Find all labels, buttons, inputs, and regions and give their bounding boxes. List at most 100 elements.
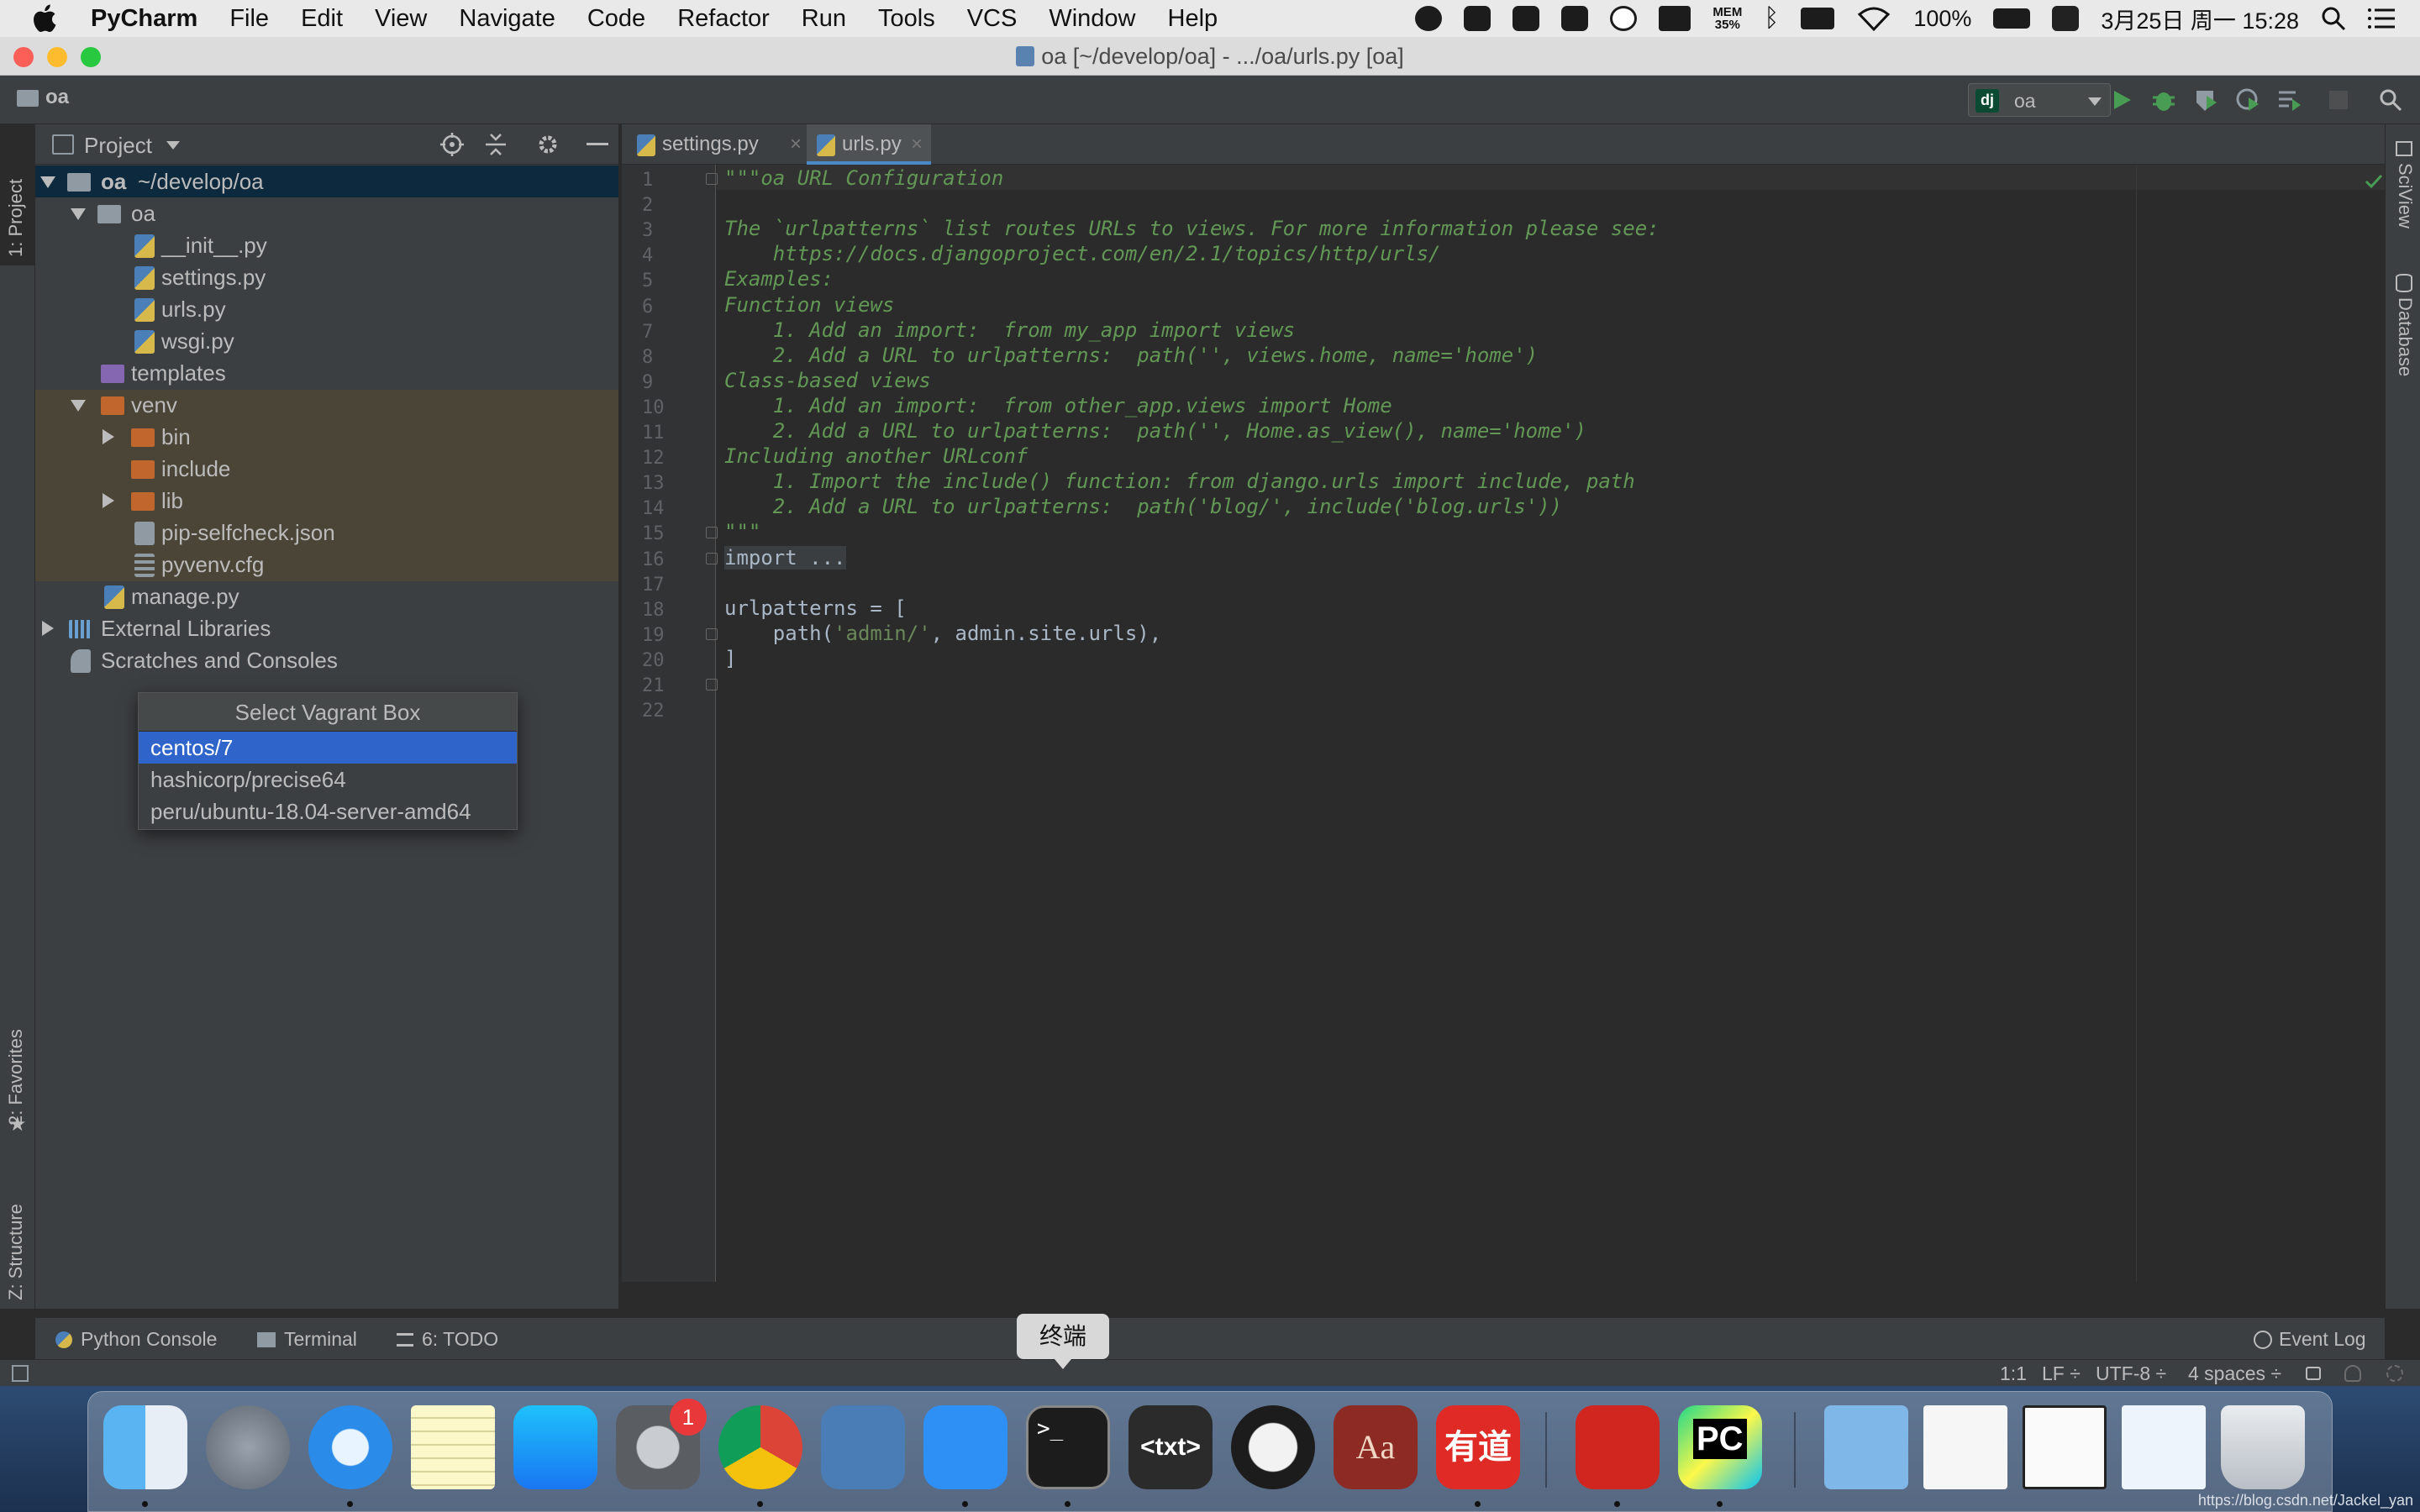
dictionary-icon[interactable]: Aa	[1334, 1405, 1418, 1489]
screenshot-stack-icon[interactable]	[2023, 1405, 2107, 1489]
run-icon[interactable]	[2109, 87, 2134, 113]
menu-refactor[interactable]: Refactor	[677, 5, 770, 33]
chevron-right-icon[interactable]	[42, 621, 54, 636]
tree-item-manage-py[interactable]: manage.py	[35, 580, 618, 612]
debug-icon[interactable]	[2151, 87, 2176, 113]
tool-tab-database[interactable]: Database	[2394, 297, 2416, 376]
chevron-down-icon[interactable]	[40, 176, 55, 188]
menu-file[interactable]: File	[229, 5, 269, 33]
hide-panel-icon[interactable]	[587, 143, 608, 145]
chevron-right-icon[interactable]	[103, 493, 114, 508]
tree-item-urls-py[interactable]: urls.py	[35, 293, 618, 325]
caret-position[interactable]: 1:1	[2000, 1362, 2027, 1385]
tree-item-oa-package[interactable]: oa	[35, 197, 618, 229]
chat-icon[interactable]	[1610, 6, 1638, 31]
tree-item-scratches[interactable]: Scratches and Consoles	[35, 644, 618, 676]
clock[interactable]: 3月25日 周一 15:28	[2101, 3, 2299, 35]
menu-window[interactable]: Window	[1049, 5, 1135, 33]
tree-item-templates[interactable]: templates	[35, 357, 618, 389]
tree-item-pip-selfcheck-json[interactable]: pip-selfcheck.json	[35, 517, 618, 549]
docker-icon[interactable]	[1659, 6, 1691, 31]
python-console-button[interactable]: Python Console	[55, 1328, 217, 1351]
pdf-expert-icon[interactable]	[1576, 1405, 1660, 1489]
s-app-icon[interactable]	[2052, 6, 2080, 31]
menu-code[interactable]: Code	[587, 5, 645, 33]
battery-icon[interactable]	[1993, 8, 2031, 29]
tree-item-lib[interactable]: lib	[35, 485, 618, 517]
spotlight-search-icon[interactable]	[2321, 6, 2346, 31]
stop-icon[interactable]	[2329, 91, 2348, 109]
menu-tools[interactable]: Tools	[878, 5, 935, 33]
collapse-all-icon[interactable]	[484, 133, 508, 156]
tab-urls-py[interactable]: urls.py ×	[807, 124, 931, 165]
bluetooth-icon[interactable]: ᛒ	[1764, 4, 1779, 33]
gear-icon[interactable]	[536, 133, 560, 156]
chevron-down-icon[interactable]	[71, 400, 86, 412]
fold-marker-icon[interactable]	[706, 627, 718, 640]
trash-icon[interactable]	[2221, 1405, 2305, 1489]
tree-item-settings-py[interactable]: settings.py	[35, 261, 618, 293]
launchpad-icon[interactable]	[206, 1405, 290, 1489]
tree-item-pyvenv-cfg[interactable]: pyvenv.cfg	[35, 549, 618, 580]
tree-item-external-libraries[interactable]: External Libraries	[35, 612, 618, 644]
notes-icon[interactable]	[411, 1405, 495, 1489]
profile-icon[interactable]	[2235, 87, 2260, 113]
run-with-coverage-icon[interactable]	[2193, 87, 2218, 113]
tree-item-init-py[interactable]: __init__.py	[35, 229, 618, 261]
wifi-icon[interactable]	[1856, 6, 1891, 31]
menu-navigate[interactable]: Navigate	[459, 5, 555, 33]
breadcrumb[interactable]: oa	[45, 86, 69, 109]
activity-monitor-icon[interactable]	[1231, 1405, 1315, 1489]
vagrant-box-option-precise64[interactable]: hashicorp/precise64	[139, 764, 517, 795]
notification-center-icon[interactable]	[2368, 7, 2395, 30]
fold-marker-icon[interactable]	[706, 173, 718, 185]
apple-logo-icon[interactable]	[30, 3, 62, 34]
menu-run[interactable]: Run	[802, 5, 846, 33]
microphone-icon[interactable]	[1464, 6, 1491, 31]
app-store-icon[interactable]	[513, 1405, 597, 1489]
menu-vcs[interactable]: VCS	[967, 5, 1018, 33]
event-log-button[interactable]: Event Log	[2254, 1328, 2366, 1351]
tree-item-bin[interactable]: bin	[35, 421, 618, 453]
chrome-icon[interactable]	[718, 1405, 802, 1489]
tray-app-icon[interactable]	[1415, 6, 1443, 31]
concurrency-icon[interactable]	[2277, 87, 2302, 113]
close-tab-icon[interactable]: ×	[790, 124, 802, 165]
tool-tab-favorites[interactable]: 2: Favorites	[5, 1000, 27, 1126]
tab-settings-py[interactable]: settings.py ×	[637, 124, 810, 165]
tree-item-include[interactable]: include	[35, 453, 618, 485]
tree-item-root-oa[interactable]: oa ~/develop/oa	[35, 165, 618, 197]
memory-indicator-icon[interactable]	[2386, 1365, 2403, 1382]
tasks-app-icon[interactable]	[821, 1405, 905, 1489]
tool-tab-structure[interactable]: Z: Structure	[5, 1166, 27, 1300]
youdao-icon[interactable]: 有道	[1436, 1405, 1520, 1489]
menu-view[interactable]: View	[375, 5, 427, 33]
input-method-icon[interactable]	[1512, 6, 1540, 31]
fold-marker-icon[interactable]	[706, 552, 718, 564]
memory-monitor[interactable]: MEM 35%	[1712, 6, 1742, 31]
text-editor-app-icon[interactable]: <txt>	[1128, 1405, 1213, 1489]
chevron-down-icon[interactable]	[166, 141, 180, 150]
lock-icon[interactable]	[2306, 1367, 2321, 1380]
search-everywhere-icon[interactable]	[2378, 87, 2403, 113]
line-separator[interactable]: LF ÷	[2042, 1362, 2081, 1385]
fold-marker-icon[interactable]	[706, 679, 718, 690]
fold-marker-icon[interactable]	[706, 527, 718, 539]
downloads-stack-icon[interactable]	[1824, 1405, 1908, 1489]
vagrant-box-option-ubuntu[interactable]: peru/ubuntu-18.04-server-amd64	[139, 795, 517, 827]
markup-app-icon[interactable]	[923, 1405, 1007, 1489]
project-view-selector[interactable]: Project	[84, 133, 152, 159]
notes-tray-icon[interactable]	[1561, 6, 1589, 31]
app-menu-pycharm[interactable]: PyCharm	[91, 5, 197, 33]
tree-item-venv[interactable]: venv	[35, 389, 618, 421]
tool-tab-project[interactable]: 1: Project	[5, 139, 27, 257]
chevron-down-icon[interactable]	[71, 208, 86, 220]
pycharm-icon[interactable]: PC	[1678, 1405, 1762, 1489]
indent-setting[interactable]: 4 spaces ÷	[2188, 1362, 2281, 1385]
file-encoding[interactable]: UTF-8 ÷	[2096, 1362, 2166, 1385]
menu-help[interactable]: Help	[1168, 5, 1218, 33]
toggle-tool-windows-icon[interactable]	[12, 1365, 29, 1382]
chevron-right-icon[interactable]	[103, 429, 114, 444]
tool-tab-sciview[interactable]: SciView	[2394, 163, 2416, 228]
run-configuration-select[interactable]: dj oa	[1968, 83, 2111, 117]
